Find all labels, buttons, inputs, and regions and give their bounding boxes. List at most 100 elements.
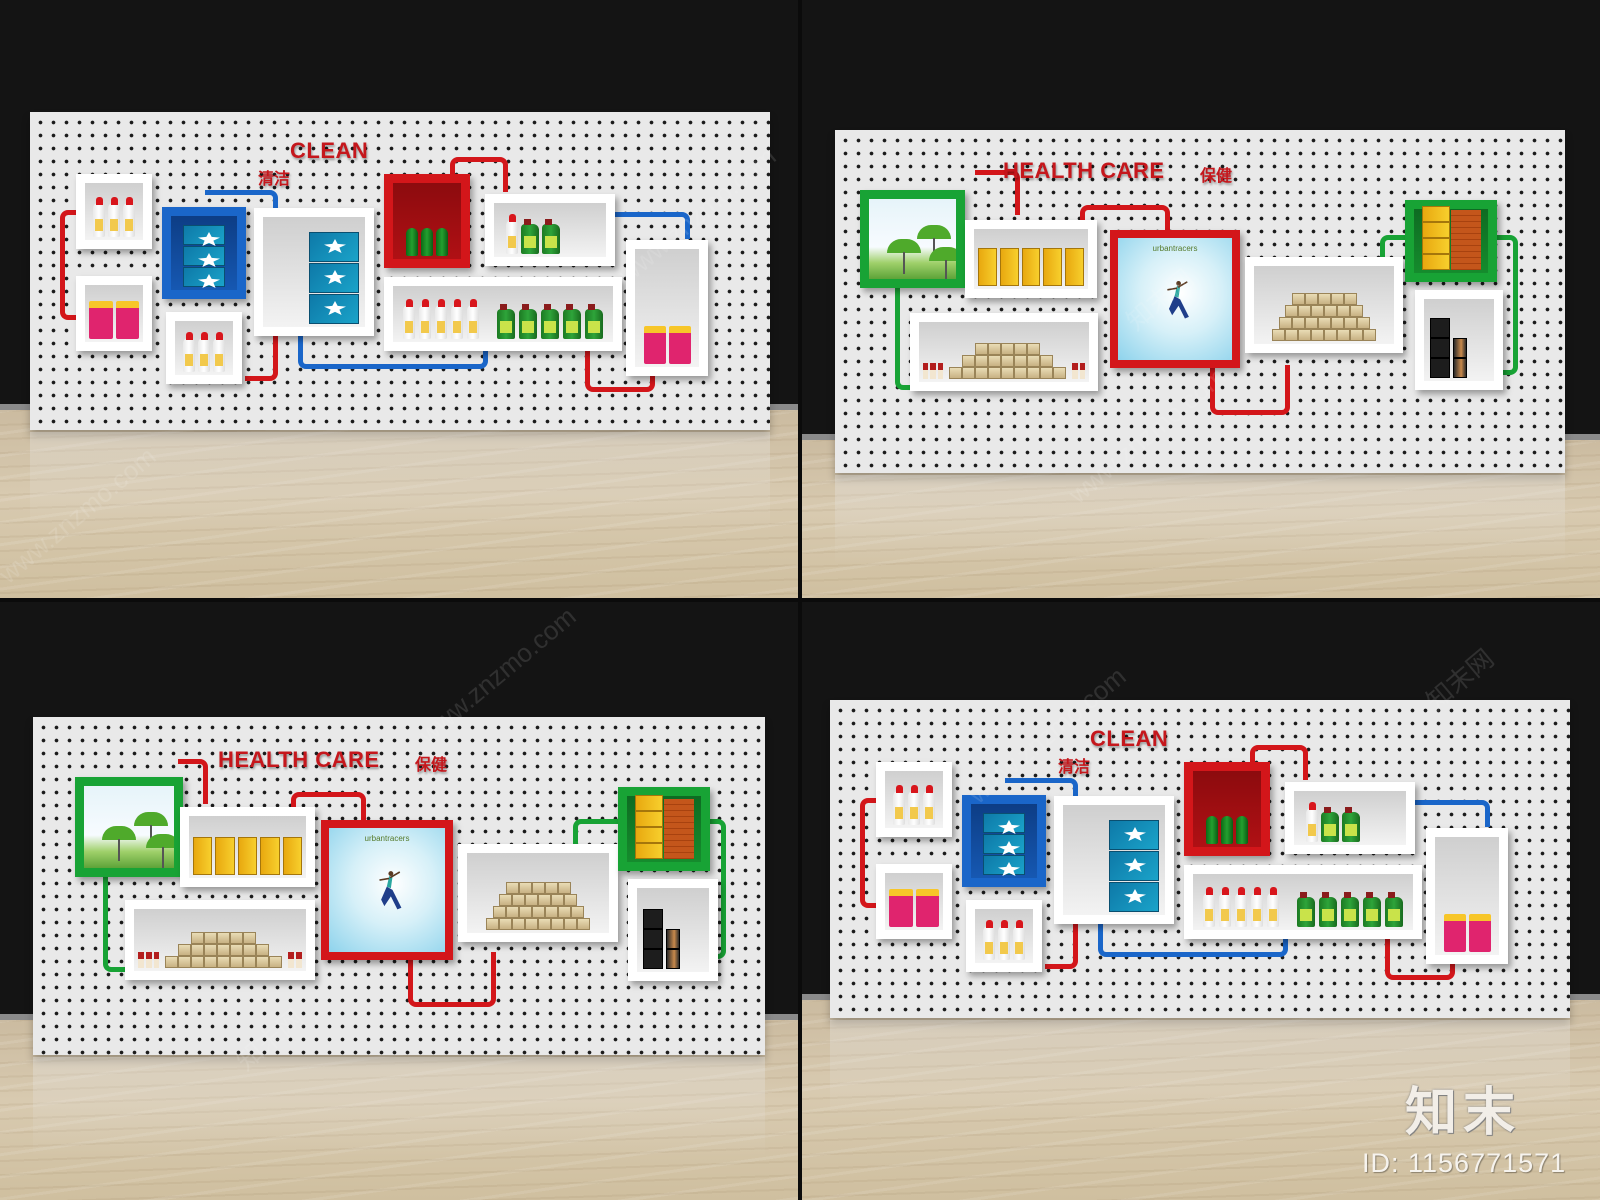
product-group: [179, 332, 229, 372]
milk-carton: [296, 952, 302, 968]
shelf-box-white: [1054, 796, 1174, 924]
pegboard: CLEAN 清洁: [30, 112, 770, 430]
dark-box-stack: [666, 929, 680, 969]
title-cn: 保健: [1200, 168, 1233, 185]
toilet-cleaner-bottle: [983, 920, 995, 960]
can: [217, 956, 231, 968]
product-group: [639, 326, 695, 364]
jumping-person-figure: [379, 871, 402, 910]
shelf-box-green: [618, 787, 710, 871]
detergent-jug: [519, 304, 537, 339]
calgon-box: [1109, 820, 1159, 850]
vanish-tub: [915, 889, 939, 927]
green-bottle: [1221, 816, 1233, 844]
can: [191, 956, 205, 968]
toilet-cleaner-bottle: [183, 332, 195, 372]
can: [1278, 317, 1292, 329]
can: [538, 894, 551, 906]
can: [191, 944, 205, 956]
toilet-cleaner-bottle: [893, 785, 905, 825]
can: [975, 343, 989, 355]
jumper-poster: urbantracers: [329, 828, 445, 952]
supplement-box: [1043, 248, 1063, 286]
can: [1311, 305, 1324, 317]
toilet-cleaner-bottle: [1219, 887, 1231, 927]
toilet-cleaner-bottle: [998, 920, 1010, 960]
can: [492, 906, 506, 918]
can: [557, 906, 571, 918]
shelf-box-white: [485, 194, 615, 266]
detergent-jug: [1321, 807, 1339, 842]
pyramid-row: [191, 932, 257, 944]
red-pipe: [245, 332, 278, 381]
can: [165, 956, 179, 968]
can: [1337, 305, 1350, 317]
title-en: HEALTH CARE: [1003, 158, 1165, 183]
pyramid-row: [492, 906, 584, 918]
vanish-tub: [115, 301, 139, 339]
calgon-box: [309, 232, 359, 262]
toilet-cleaner-bottle: [403, 299, 415, 339]
umbrella-poster: [84, 786, 174, 868]
shelf-box-red: [1184, 762, 1270, 856]
shelf-box-white: [876, 762, 952, 837]
detergent-jug: [541, 304, 559, 339]
can: [1040, 367, 1054, 379]
jumper-poster: urbantracers: [1118, 238, 1232, 360]
detergent-jug: [1341, 892, 1359, 927]
shelf-box-green: [1405, 200, 1497, 282]
green-bottle: [1236, 816, 1248, 844]
can-pyramid: [949, 343, 1067, 379]
shelf-box-white: [1285, 782, 1415, 854]
can: [531, 906, 545, 918]
calgon-box: [983, 813, 1025, 833]
pyramid-row: [962, 355, 1054, 367]
shelf-box-white: [76, 174, 152, 249]
dark-box-stack: [1453, 338, 1467, 378]
calgon-box: [183, 225, 225, 245]
toilet-cleaner-bottle: [435, 299, 447, 339]
can: [505, 882, 519, 894]
supplement-stack: [1421, 206, 1450, 270]
can: [1001, 355, 1015, 367]
can: [269, 956, 283, 968]
pegboard: HEALTH CARE 保健 urbantracers: [835, 130, 1565, 473]
can: [988, 367, 1002, 379]
can: [1014, 367, 1028, 379]
can: [1001, 343, 1015, 355]
shelf-box-blue: [962, 795, 1046, 887]
product-group: [89, 197, 139, 237]
umbrella-poster: [869, 199, 956, 279]
can: [217, 944, 231, 956]
detergent-jug: [563, 304, 581, 339]
product-group: [1197, 816, 1257, 844]
can: [570, 906, 584, 918]
can: [204, 932, 218, 944]
detergent-jug: [542, 219, 560, 254]
toilet-cleaner-bottle: [1235, 887, 1247, 927]
shelf-box-white: [876, 864, 952, 939]
title-en: CLEAN: [1090, 726, 1169, 751]
can: [1311, 329, 1324, 341]
supplement-box: [1065, 248, 1084, 286]
can-pyramid: [165, 932, 283, 968]
vanish-tub: [1443, 914, 1466, 952]
dark-box: [1430, 318, 1450, 338]
detergent-jug: [1385, 892, 1403, 927]
toilet-cleaner-bottle: [1251, 887, 1263, 927]
blue-pipe: [615, 212, 690, 239]
milk-carton: [153, 952, 160, 968]
can: [1324, 305, 1337, 317]
can: [178, 944, 192, 956]
can: [988, 355, 1002, 367]
shelf-box-white: [626, 240, 708, 376]
can: [518, 906, 532, 918]
toilet-cleaner-bottle: [1203, 887, 1215, 927]
dark-box: [1430, 338, 1450, 358]
can: [962, 355, 976, 367]
shelf-box-white: [1415, 290, 1503, 390]
can: [1330, 293, 1344, 305]
can: [1285, 329, 1298, 341]
umbrella-icon: [134, 812, 168, 847]
product-group: [138, 932, 302, 968]
